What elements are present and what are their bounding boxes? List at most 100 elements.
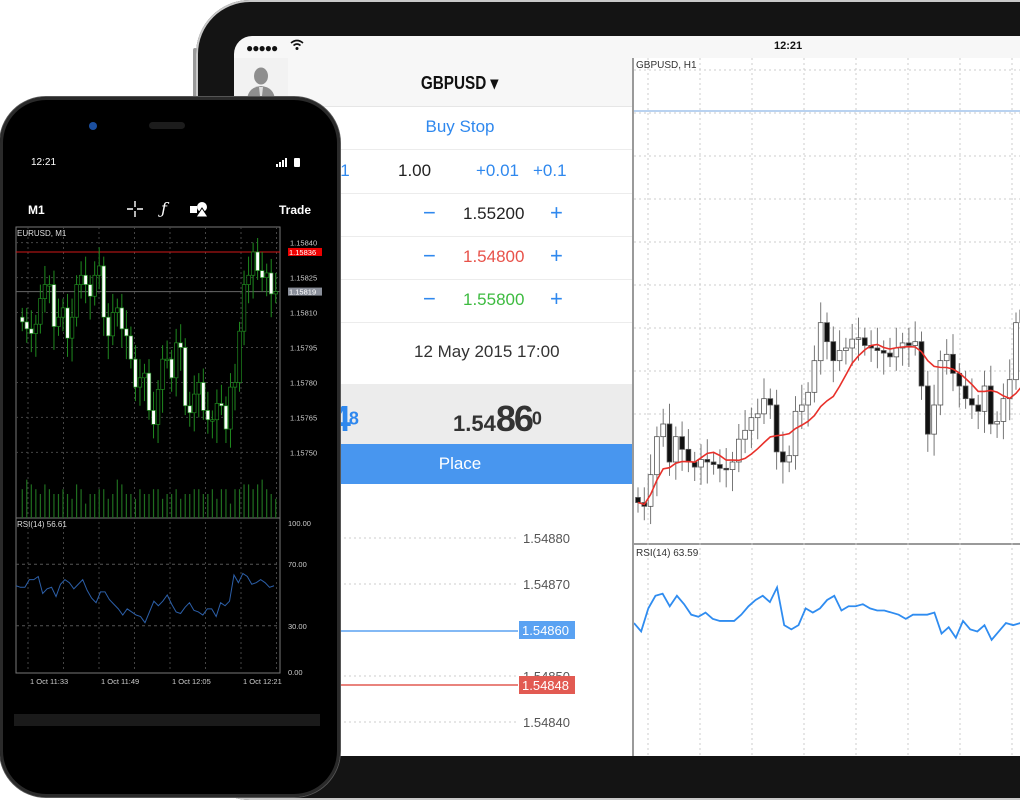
- candle-body: [20, 317, 24, 322]
- phone-bottom-bar: [14, 714, 320, 726]
- candle-body: [174, 343, 178, 378]
- price-axis-label: 1.15765: [290, 413, 317, 422]
- candle-body: [66, 308, 70, 338]
- candle-body: [34, 324, 38, 333]
- candle-body: [932, 405, 937, 434]
- candle-body: [79, 275, 83, 284]
- time-axis-label: 1 Oct 11:49: [101, 677, 139, 686]
- candle-body: [730, 462, 735, 470]
- candle-body: [636, 497, 641, 502]
- candle-body: [260, 271, 264, 278]
- candle-body: [724, 468, 729, 470]
- candle-body: [152, 410, 156, 424]
- stop-loss-value[interactable]: 1.54800: [463, 247, 524, 267]
- volume-plus-0.1-button[interactable]: +0.1: [533, 161, 567, 181]
- rsi-axis-label: 30.00: [288, 622, 307, 631]
- price-axis-label: 1.15795: [290, 344, 317, 353]
- user-avatar-icon: [246, 66, 276, 100]
- candle-body: [224, 406, 228, 429]
- eurusd-chart-title: EURUSD, M1: [17, 229, 66, 238]
- price-axis-label: 1.15750: [290, 448, 317, 457]
- candle-body: [655, 437, 660, 475]
- candle-body: [43, 285, 47, 299]
- candle-body: [856, 338, 861, 340]
- symbol-selector[interactable]: GBPUSD ▾: [288, 58, 632, 107]
- price-minus-button[interactable]: −: [423, 200, 436, 226]
- place-label: Place: [439, 454, 482, 474]
- phone-clock: 12:21: [31, 157, 56, 168]
- speaker-grille: [149, 122, 185, 129]
- candle-body: [125, 329, 129, 336]
- rsi-axis-label: 70.00: [288, 560, 307, 569]
- candle-body: [686, 449, 691, 462]
- candle-body: [215, 403, 219, 419]
- stop-loss-minus-button[interactable]: −: [423, 243, 436, 269]
- candle-body: [673, 437, 678, 462]
- candle-body: [705, 459, 710, 462]
- volume-value[interactable]: 1.00: [398, 161, 431, 181]
- take-profit-minus-button[interactable]: −: [423, 286, 436, 312]
- candle-body: [93, 275, 97, 296]
- candle-body: [233, 382, 237, 387]
- candle-body: [242, 285, 246, 332]
- candle-body: [211, 420, 215, 422]
- candle-body: [831, 342, 836, 361]
- candle-body: [97, 266, 101, 275]
- trade-button[interactable]: Trade: [279, 203, 311, 217]
- candle-body: [134, 359, 138, 387]
- candle-body: [57, 317, 61, 326]
- eurusd-chart-svg: 1.158401.158251.158101.157951.157801.157…: [14, 226, 324, 696]
- candle-body: [944, 354, 949, 360]
- rsi-line: [16, 573, 274, 622]
- candle-body: [995, 421, 1000, 424]
- price-plus-button[interactable]: +: [550, 200, 563, 226]
- candle-body: [755, 414, 760, 418]
- candle-body: [256, 252, 260, 271]
- candle-body: [762, 399, 767, 414]
- objects-icon[interactable]: [190, 201, 210, 222]
- time-axis-label: 1 Oct 11:33: [30, 677, 68, 686]
- candle-body: [220, 403, 224, 405]
- candle-body: [988, 386, 993, 424]
- candle-body: [875, 348, 880, 351]
- candle-body: [1007, 380, 1012, 399]
- tablet-clock: 12:21: [774, 40, 802, 52]
- candle-body: [156, 389, 160, 424]
- take-profit-plus-button[interactable]: +: [550, 286, 563, 312]
- indicators-icon[interactable]: ƒ: [161, 199, 167, 218]
- ask-tag-label: 1.54860: [522, 623, 569, 638]
- candle-body: [1014, 323, 1019, 380]
- gbpusd-rsi-label: RSI(14) 63.59: [636, 548, 698, 559]
- tablet-screen: ●●●●● 12:21 GBPUSD ▾ Buy Stop -0.1 -0.01…: [234, 36, 1020, 756]
- candle-body: [106, 317, 110, 336]
- candle-body: [680, 437, 685, 450]
- rsi-line: [634, 585, 1020, 640]
- time-axis-label: 1 Oct 12:05: [172, 677, 211, 686]
- rsi-axis-label: 100.00: [288, 519, 311, 528]
- rsi-axis-label: 0.00: [288, 668, 303, 677]
- take-profit-value[interactable]: 1.55800: [463, 290, 524, 310]
- price-value[interactable]: 1.55200: [463, 204, 524, 224]
- price-axis-label: 1.15780: [290, 378, 317, 387]
- candle-body: [197, 382, 201, 394]
- candle-body: [982, 386, 987, 411]
- candle-body: [192, 394, 196, 413]
- gbpusd-chart-panel: GBPUSD, H1 RSI(14) 63.59: [632, 58, 1020, 756]
- candle-body: [25, 322, 29, 329]
- candle-body: [837, 351, 842, 361]
- candle-body: [61, 308, 65, 317]
- candle-body: [774, 405, 779, 452]
- volume-plus-0.01-button[interactable]: +0.01: [476, 161, 519, 181]
- price-axis-label: 1.15810: [290, 309, 317, 318]
- candle-body: [84, 275, 88, 284]
- candle-body: [88, 285, 92, 297]
- stop-loss-plus-button[interactable]: +: [550, 243, 563, 269]
- candle-body: [147, 373, 151, 410]
- crosshair-icon[interactable]: [127, 201, 143, 222]
- timeframe-button[interactable]: M1: [28, 203, 45, 217]
- candle-body: [229, 387, 233, 429]
- tick-axis-label: 1.54880: [523, 531, 570, 546]
- tick-axis-label: 1.54840: [523, 715, 570, 730]
- candle-body: [274, 292, 278, 294]
- symbol-label: GBPUSD ▾: [421, 73, 498, 94]
